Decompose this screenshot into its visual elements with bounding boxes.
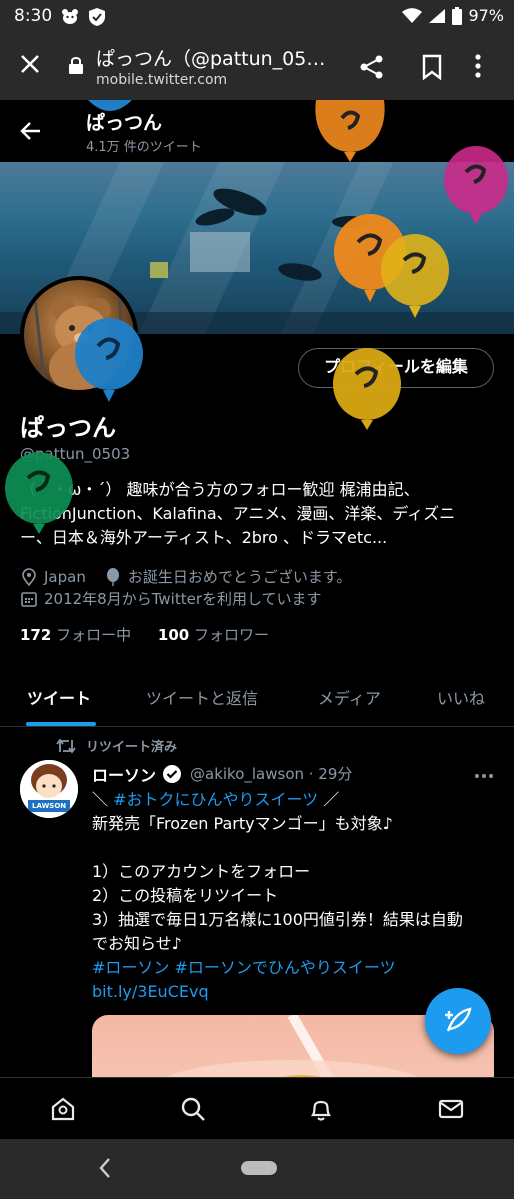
follow-stats: 172 フォロー中 100 フォロワー <box>20 624 269 645</box>
tweet-more-icon[interactable] <box>474 764 494 783</box>
profile-header-bar: ぱっつん 4.1万 件のツイート <box>0 100 514 162</box>
verified-badge-icon <box>163 765 182 783</box>
profile-name: ぱっつん <box>20 414 116 442</box>
tweet-line: ＼ #おトクにひんやりスイーツ ／ <box>92 788 504 812</box>
profile-location: Japan <box>44 567 86 586</box>
status-bar: 8:30 97% <box>0 0 514 34</box>
tweet-line1-prefix: ＼ <box>92 790 114 809</box>
bio-line: ー、日本＆海外アーティスト、2bro 、ドラマetc... <box>20 528 388 547</box>
balloon-icon <box>381 234 449 318</box>
tweet-line: 2）この投稿をリツイート <box>92 886 279 905</box>
profile-joined: 2012年8月からTwitterを利用しています <box>44 590 322 608</box>
followers-label: フォロワー <box>193 626 269 644</box>
balloon-icon <box>106 567 119 586</box>
balloon-icon <box>5 452 73 534</box>
following-link[interactable]: 172 フォロー中 <box>20 626 131 644</box>
lawson-logo-text: LAWSON <box>32 802 67 810</box>
tab-media[interactable]: メディア <box>318 685 381 709</box>
balloon-icon <box>333 348 401 430</box>
home-icon[interactable] <box>50 1096 76 1126</box>
profile-joined-row: 2012年8月からTwitterを利用しています <box>20 588 322 609</box>
following-label: フォロー中 <box>56 626 132 644</box>
balloon-icon <box>75 318 143 402</box>
shield-icon <box>88 7 106 31</box>
page-title[interactable]: ぱっつん（@pattun_050… <box>96 44 336 71</box>
back-arrow-icon[interactable] <box>20 120 42 146</box>
retweet-indicator: リツイート済み <box>56 736 177 755</box>
bottom-navigation <box>0 1077 514 1139</box>
followers-count: 100 <box>157 626 190 644</box>
battery-level: 97% <box>468 6 504 25</box>
lock-icon <box>68 55 84 79</box>
close-icon[interactable] <box>18 52 42 80</box>
page-url[interactable]: mobile.twitter.com <box>96 72 227 88</box>
tweet-count: 4.1万 件のツイート <box>86 140 202 155</box>
following-count: 172 <box>20 626 52 644</box>
hashtag-link[interactable]: #おトクにひんやりスイーツ <box>113 790 318 809</box>
tab-tweets-replies[interactable]: ツイートと返信 <box>146 685 258 709</box>
profile-bio: （｀・ω・´） 趣味が合う方のフォロー歓迎 梶浦由記、 FictionJunct… <box>20 478 496 550</box>
tab-likes[interactable]: いいね <box>437 685 485 709</box>
tweet-line1-suffix: ／ <box>318 790 340 809</box>
search-icon[interactable] <box>180 1096 206 1126</box>
tweet-author-name: ローソン <box>92 766 157 785</box>
calendar-icon <box>21 591 37 607</box>
balloon-icon <box>88 100 132 111</box>
notifications-bell-icon[interactable] <box>308 1096 334 1126</box>
signal-icon <box>429 8 446 23</box>
tweet-author-avatar[interactable]: LAWSON <box>20 760 78 818</box>
browser-toolbar: ぱっつん（@pattun_050… mobile.twitter.com <box>0 34 514 100</box>
followers-link[interactable]: 100 フォロワー <box>158 626 269 644</box>
profile-tabs: ツイート ツイートと返信 メディア いいね <box>0 665 514 727</box>
home-gesture-pill[interactable] <box>241 1161 277 1175</box>
tweet-line: 3）抽選で毎日1万名様に100円値引券！結果は自動 <box>92 910 463 929</box>
balloon-icon <box>315 100 385 162</box>
tweet-author-name-row[interactable]: ローソン <box>92 762 182 786</box>
status-right: 97% <box>402 6 504 25</box>
tweet-line: 1）このアカウントをフォロー <box>92 862 311 881</box>
battery-icon <box>452 6 463 25</box>
location-icon <box>22 567 36 586</box>
tweet-line: でお知らせ♪ <box>92 934 182 953</box>
active-tab-indicator <box>26 722 96 726</box>
system-navigation-bar <box>0 1139 514 1199</box>
wifi-icon <box>402 7 423 23</box>
share-icon[interactable] <box>358 53 386 85</box>
more-vert-icon[interactable] <box>474 53 482 83</box>
compose-tweet-button[interactable] <box>425 988 491 1054</box>
tweet-text: ＼ #おトクにひんやりスイーツ ／ 新発売「Frozen Partyマンゴー」も… <box>92 788 504 1004</box>
retweet-icon <box>56 738 76 753</box>
compose-feather-icon <box>445 1007 472 1032</box>
bookmark-icon[interactable] <box>420 53 444 85</box>
tweet-handle-time: @akiko_lawson · 29分 <box>190 765 353 783</box>
hashtags-link[interactable]: #ローソン #ローソンでひんやりスイーツ <box>92 956 504 980</box>
notification-app-icon <box>60 7 80 29</box>
tweet-line: 新発売「Frozen Partyマンゴー」も対象♪ <box>92 814 393 833</box>
system-back-icon[interactable] <box>98 1157 112 1183</box>
profile-birthday: お誕生日おめでとうございます。 <box>127 568 352 586</box>
tab-tweets[interactable]: ツイート <box>27 685 91 709</box>
messages-envelope-icon[interactable] <box>438 1096 464 1126</box>
bio-line: FictionJunction、Kalafina、アニメ、漫画、洋楽、ディズニ <box>20 504 456 523</box>
bio-line: （｀・ω・´） 趣味が合う方のフォロー歓迎 梶浦由記、 <box>20 480 420 499</box>
status-time: 8:30 <box>14 6 53 26</box>
retweet-label: リツイート済み <box>86 740 178 755</box>
balloon-icon <box>444 146 508 224</box>
profile-meta-row: Japan お誕生日おめでとうございます。 <box>20 566 351 587</box>
